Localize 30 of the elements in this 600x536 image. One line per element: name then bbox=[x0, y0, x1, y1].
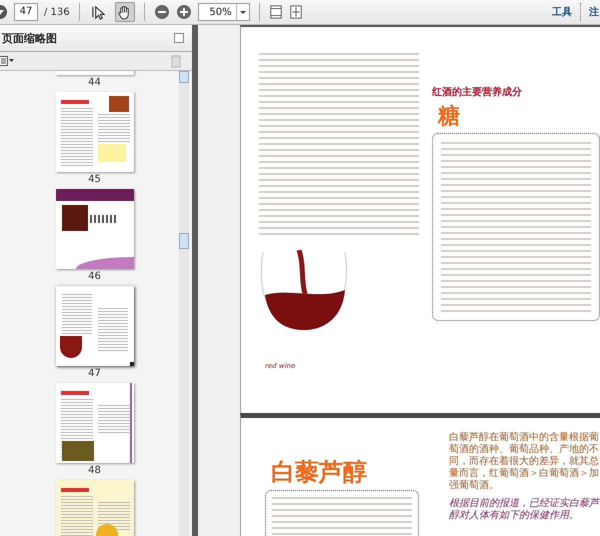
caret-icon[interactable] bbox=[236, 4, 249, 20]
paragraph: 根据目前的报道，已经证实白藜芦醇对人体有如下的保健作用。 bbox=[449, 498, 600, 522]
page-thumbnail[interactable] bbox=[56, 286, 134, 366]
collapse-button[interactable] bbox=[174, 33, 184, 43]
article-title: 糖 bbox=[438, 103, 461, 131]
zoom-in-icon[interactable] bbox=[176, 4, 192, 20]
tools-menu[interactable]: 工具 bbox=[552, 5, 572, 19]
page-thumbnail[interactable] bbox=[56, 480, 134, 536]
paragraph: 白藜芦醇在葡萄酒中的含量根据葡萄酒的酒种、葡萄品种、产地的不同，而存在着很大的差异，就其总量而言，红葡萄酒＞白葡萄酒＞加强葡萄酒。 bbox=[449, 432, 600, 492]
page-number-label: 45 bbox=[88, 174, 101, 185]
page-thumbnail[interactable] bbox=[56, 92, 134, 172]
fit-page-icon[interactable] bbox=[268, 4, 283, 20]
zoom-out-icon[interactable] bbox=[154, 4, 170, 20]
options-button[interactable] bbox=[0, 56, 14, 66]
section-heading: 红酒的主要营养成分 bbox=[432, 85, 523, 99]
page-total: / 136 bbox=[44, 6, 70, 18]
page-number-label: 46 bbox=[88, 271, 101, 282]
page-number-label: 48 bbox=[88, 465, 101, 476]
fit-width-icon[interactable] bbox=[288, 4, 303, 20]
zoom-field[interactable]: 50% bbox=[198, 3, 250, 21]
comment-menu[interactable]: 注 bbox=[589, 5, 599, 19]
page-number-field[interactable]: 47 bbox=[14, 3, 38, 21]
scrollbar[interactable] bbox=[179, 71, 189, 536]
page-thumbnail[interactable] bbox=[56, 383, 134, 463]
page-thumbnail[interactable] bbox=[56, 189, 134, 269]
page-number-label: 44 bbox=[88, 77, 101, 88]
panel-title: 页面缩略图 bbox=[2, 30, 57, 46]
hand-tool-button[interactable] bbox=[114, 2, 135, 22]
article-title: 白藜芦醇 bbox=[271, 457, 368, 488]
page-number-label: 47 bbox=[88, 368, 101, 379]
